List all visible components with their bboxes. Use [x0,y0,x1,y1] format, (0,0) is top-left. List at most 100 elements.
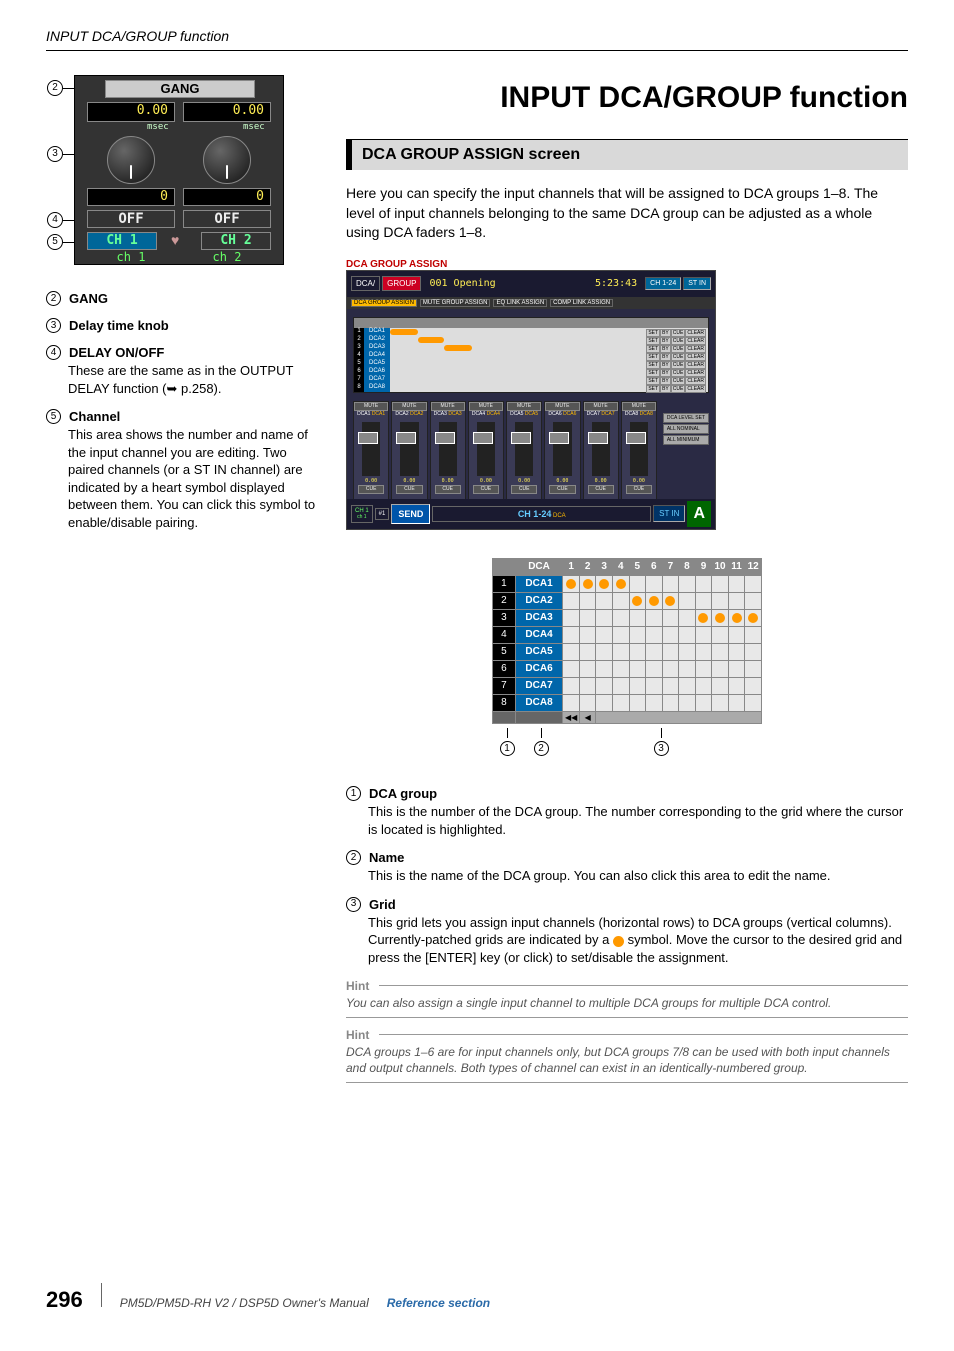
table-callout-3: 3 [654,741,669,756]
ss-chlabel: CH 1-24 DCA [432,506,651,522]
ss-scene: 001 Opening [429,278,495,289]
ss-func-comp-link[interactable]: COMP LINK ASSIGN [550,299,613,307]
ss-funcbar: DCA GROUP ASSIGN MUTE GROUP ASSIGN EQ LI… [347,297,715,309]
ss-fader-3[interactable]: MUTEDCA3 DCA30.00CUE [430,401,466,501]
ss-btn-dcalevelset[interactable]: DCA LEVEL SET [663,413,709,423]
ss-faders: MUTEDCA1 DCA10.00CUEMUTEDCA2 DCA20.00CUE… [347,401,715,501]
left-column: 2 3 4 5 GANG 0.00 0.00 msec msec 0 0 OFF… [46,75,316,1093]
ss-fader-4[interactable]: MUTEDCA4 DCA40.00CUE [468,401,504,501]
ss-fader-1[interactable]: MUTEDCA1 DCA10.00CUE [353,401,389,501]
hint-2: Hint DCA groups 1–6 are for input channe… [346,1028,908,1083]
item-num-2: 2 [46,291,61,306]
item-title-gang: GANG [69,291,108,306]
hint-label-1: Hint [346,979,369,993]
item-title-delay-knob: Delay time knob [69,318,169,333]
delay-knob-ch2[interactable] [203,136,251,184]
hint-body-1: You can also assign a single input chann… [346,995,908,1018]
channel-button-ch1[interactable]: CH 1 [87,232,157,250]
msec-ch1: msec [147,122,169,132]
left-item-list: 2 GANG 3 Delay time knob 4 DELAY ON/OFF [46,291,316,531]
item-body-channel: This area shows the number and name of t… [46,426,316,531]
delay-off-ch1[interactable]: OFF [87,210,175,228]
ss-tab-group[interactable]: GROUP [382,276,421,291]
channel-name-ch1: ch 1 [87,250,175,266]
r-item-title-name: Name [369,850,404,865]
page-title: INPUT DCA/GROUP function [346,81,908,115]
item-body-delay-onoff: These are the same as in the OUTPUT DELA… [46,362,316,397]
ss-a-button[interactable]: A [687,501,711,527]
ss-machine: #1 [375,508,390,520]
item-num-4: 4 [46,345,61,360]
table-callout-2: 2 [534,741,549,756]
ss-fader-2[interactable]: MUTEDCA2 DCA20.00CUE [391,401,427,501]
screenshot-caption: DCA GROUP ASSIGN [346,259,908,270]
ss-grid: 1DCA1 2DCA2 3DCA3 4DCA4 5DCA5 6DCA6 7DCA… [353,317,709,393]
callout-2: 2 [47,80,63,96]
callout-5: 5 [47,234,63,250]
ss-selected-ch: CH 1ch 1 [351,505,373,523]
ss-btn-allnominal[interactable]: ALL NOMINAL [663,424,709,434]
ss-side-buttons: DCA LEVEL SET ALL NOMINAL ALL MINIMUM [663,413,709,445]
item-title-delay-onoff: DELAY ON/OFF [69,345,164,360]
r-item-body-grid: This grid lets you assign input channels… [346,914,908,967]
footer-section: Reference section [387,1296,490,1310]
ss-fader-5[interactable]: MUTEDCA5 DCA50.00CUE [506,401,542,501]
callout-4: 4 [47,212,63,228]
right-item-list: 1 DCA group This is the number of the DC… [346,786,908,966]
ss-grid-buttons: SETBYCUECLEAR SETBYCUECLEAR SETBYCUECLEA… [646,329,706,393]
ss-time: 5:23:43 [595,278,637,289]
table-callout-1: 1 [500,741,515,756]
ss-header: DCA/ GROUP 001 Opening 5:23:43 CH 1-24 S… [347,271,715,297]
r-item-num-2: 2 [346,850,361,865]
delay-value-ch1: 0.00 [87,102,175,122]
channel-button-ch2[interactable]: CH 2 [201,232,271,250]
channel-name-ch2: ch 2 [183,250,271,266]
ss-tab-dca[interactable]: DCA/ [351,276,380,291]
r-item-title-grid: Grid [369,897,396,912]
gang-button[interactable]: GANG [105,80,255,98]
page-number: 296 [46,1287,83,1313]
dca-assign-table[interactable]: DCA1234567891011121DCA12DCA23DCA34DCA45D… [492,558,762,724]
ss-send-button[interactable]: SEND [391,504,430,524]
r-item-body-name: This is the name of the DCA group. You c… [346,867,908,885]
ss-fader-8[interactable]: MUTEDCA8 DCA80.00CUE [621,401,657,501]
section-title: DCA GROUP ASSIGN screen [346,139,908,170]
ss-meter-ch[interactable]: CH 1-24 [645,277,681,290]
page-footer: 296 PM5D/PM5D-RH V2 / DSP5D Owner's Manu… [46,1283,908,1313]
screenshot-main: DCA/ GROUP 001 Opening 5:23:43 CH 1-24 S… [346,270,716,530]
ss-meter-stin[interactable]: ST IN [683,277,711,290]
msec-ch2: msec [243,122,265,132]
ss-stin[interactable]: ST IN [653,505,685,522]
r-item-title-dca-group: DCA group [369,786,437,801]
ss-func-dca-assign[interactable]: DCA GROUP ASSIGN [351,299,417,307]
hint-label-2: Hint [346,1028,369,1042]
orange-dot-icon [613,936,624,947]
delay-off-ch2[interactable]: OFF [183,210,271,228]
ss-btn-allminimum[interactable]: ALL MINIMUM [663,435,709,445]
heart-icon[interactable]: ♥ [171,232,189,250]
delay-figure: 2 3 4 5 GANG 0.00 0.00 msec msec 0 0 OFF… [74,75,284,265]
r-item-num-3: 3 [346,897,361,912]
delay-value-ch2: 0.00 [183,102,271,122]
dca-table-wrap: DCA1234567891011121DCA12DCA23DCA34DCA45D… [492,558,762,757]
hint-1: Hint You can also assign a single input … [346,979,908,1018]
callout-3: 3 [47,146,63,162]
ss-func-mute-assign[interactable]: MUTE GROUP ASSIGN [420,299,491,307]
ss-fader-6[interactable]: MUTEDCA6 DCA60.00CUE [544,401,580,501]
right-column: INPUT DCA/GROUP function DCA GROUP ASSIG… [346,75,908,1093]
knob-value-ch1: 0 [87,188,175,206]
ss-bottom-bar: CH 1ch 1 #1 SEND CH 1-24 DCA ST IN A [347,499,715,529]
item-num-3: 3 [46,318,61,333]
running-header: INPUT DCA/GROUP function [46,28,908,51]
hint-body-2: DCA groups 1–6 are for input channels on… [346,1044,908,1083]
ss-func-eq-link[interactable]: EQ LINK ASSIGN [493,299,547,307]
delay-knob-ch1[interactable] [107,136,155,184]
ss-fader-7[interactable]: MUTEDCA7 DCA70.00CUE [583,401,619,501]
knob-value-ch2: 0 [183,188,271,206]
section-intro: Here you can specify the input channels … [346,184,908,243]
r-item-num-1: 1 [346,786,361,801]
footer-manual: PM5D/PM5D-RH V2 / DSP5D Owner's Manual [120,1296,369,1310]
item-title-channel: Channel [69,409,120,424]
r-item-body-dca-group: This is the number of the DCA group. The… [346,803,908,838]
item-num-5: 5 [46,409,61,424]
